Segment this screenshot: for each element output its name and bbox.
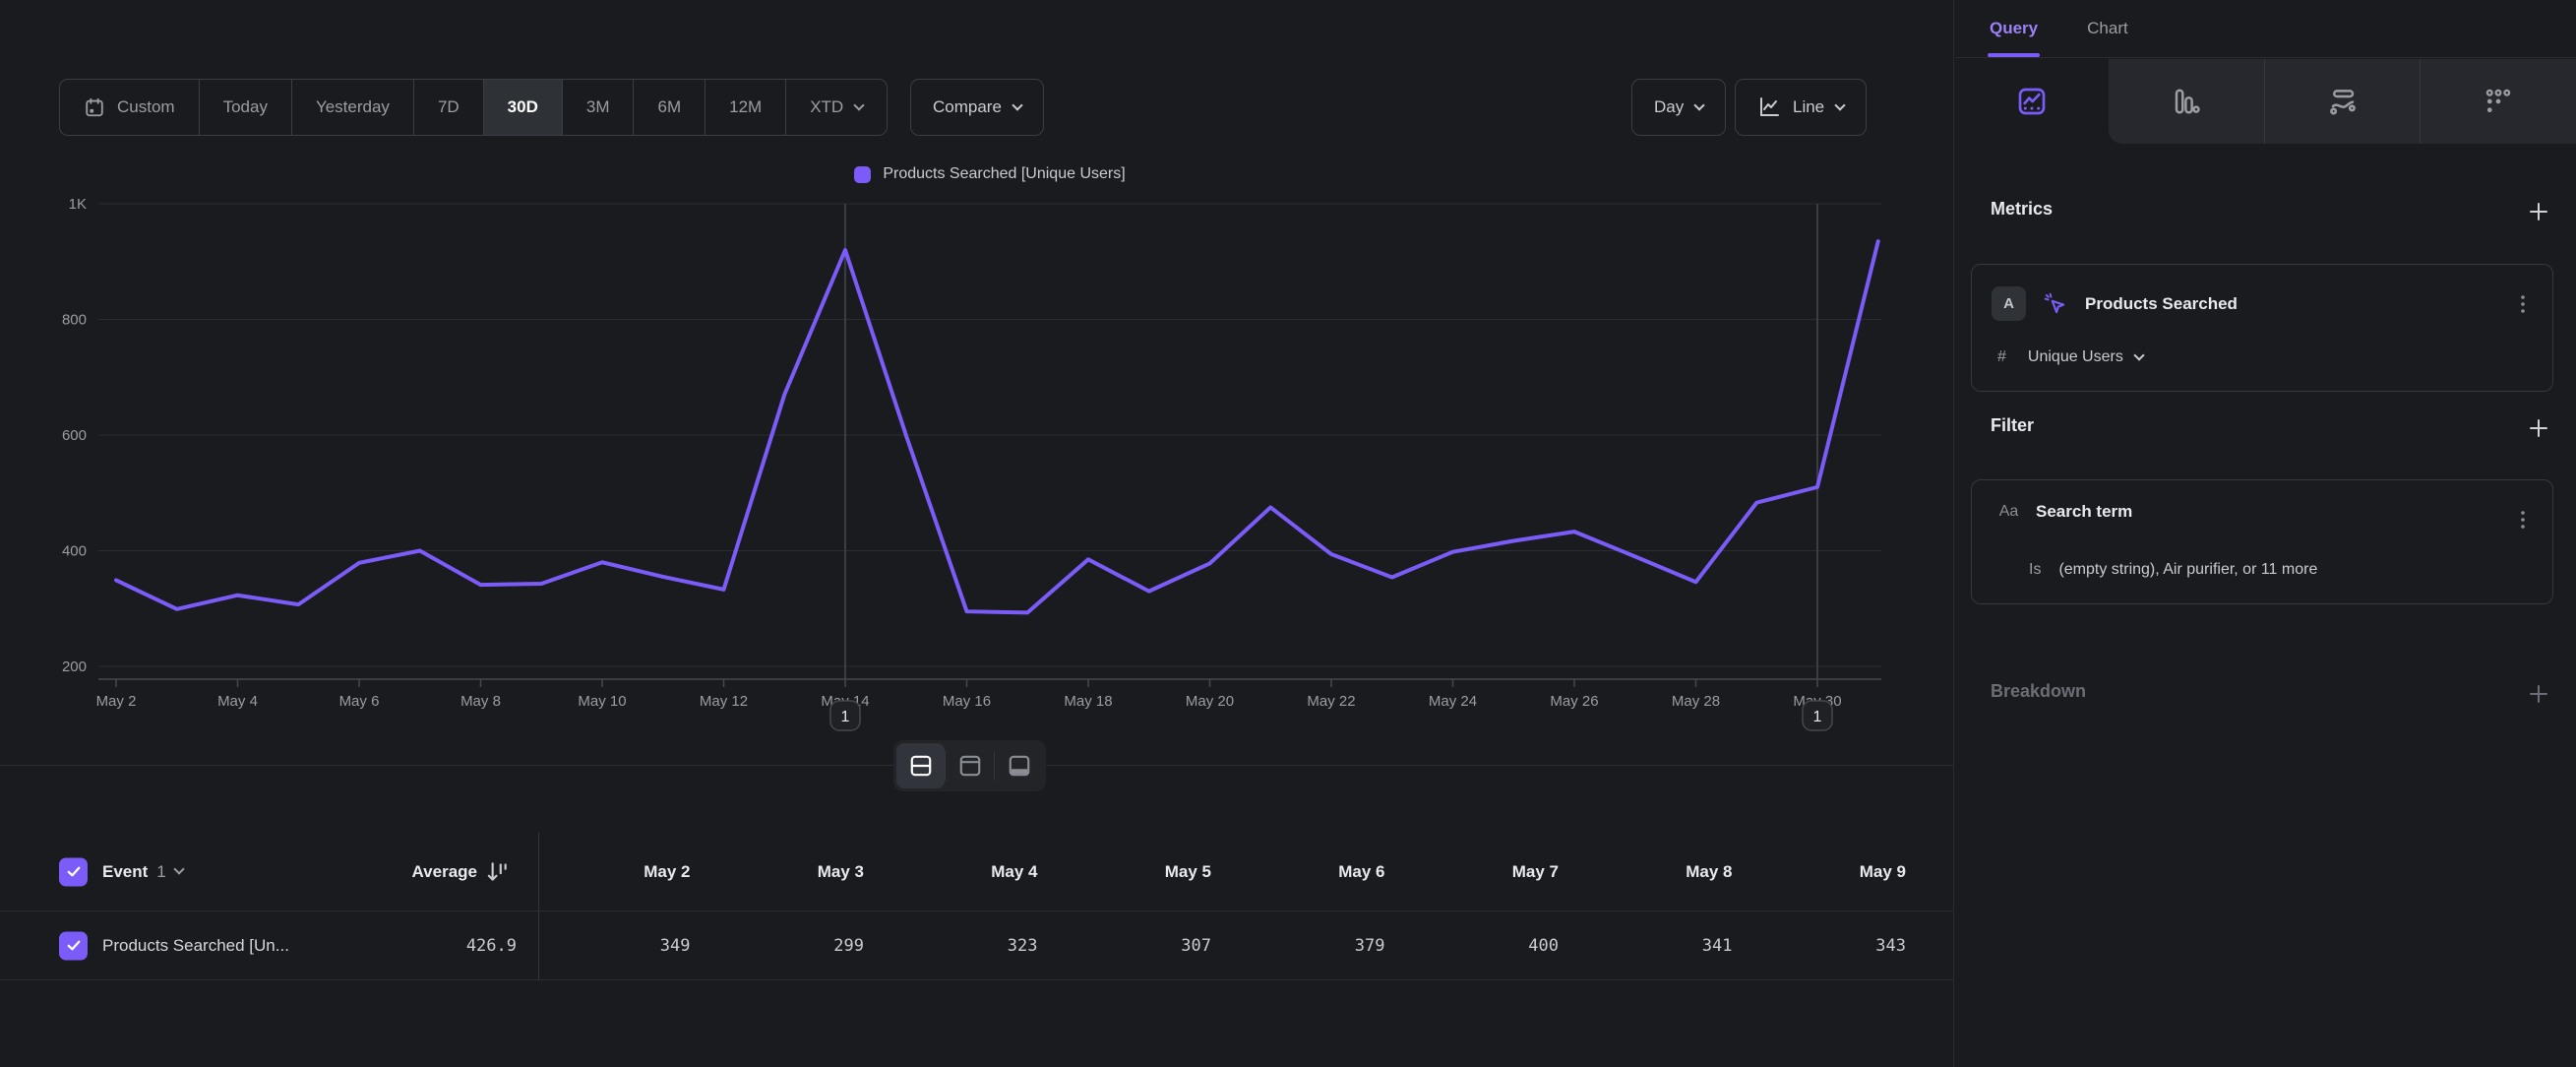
- date-column-header[interactable]: May 2: [538, 833, 712, 910]
- date-column-header[interactable]: May 5: [1060, 833, 1234, 910]
- check-icon: [65, 863, 83, 881]
- tab-chart[interactable]: Chart: [2087, 0, 2128, 57]
- x-axis-label: May 20: [1186, 693, 1234, 710]
- x-axis-label: May 2: [96, 693, 137, 710]
- tab-query[interactable]: Query: [1990, 0, 2038, 57]
- select-all-checkbox[interactable]: [59, 857, 88, 886]
- retention-icon: [2484, 87, 2513, 116]
- sidebar-tabs: Query Chart: [1955, 0, 2576, 58]
- insights-icon: [2016, 86, 2048, 117]
- y-axis-label: 800: [62, 312, 87, 329]
- app: CustomTodayYesterday7D30D3M6M12MXTD Comp…: [0, 0, 2576, 1067]
- date-column-header[interactable]: May 8: [1580, 833, 1754, 910]
- y-axis-label: 600: [62, 427, 87, 444]
- table-header-row: Event 1 Average May 2May 3May 4May 5May …: [0, 833, 1954, 911]
- y-axis-label: 1K: [69, 196, 87, 213]
- add-breakdown-button[interactable]: [2527, 682, 2550, 706]
- y-axis-label: 400: [62, 543, 87, 560]
- annotation-badge-label: 1: [1813, 709, 1822, 725]
- chevron-down-icon: [2133, 349, 2144, 360]
- annotation-badge-label: 1: [841, 709, 850, 725]
- funnels-icon: [2172, 87, 2201, 116]
- filter-value[interactable]: (empty string), Air purifier, or 11 more: [2058, 561, 2317, 579]
- row-event-name: Products Searched [Un...: [102, 936, 289, 956]
- x-axis-label: May 16: [943, 693, 991, 710]
- x-axis-label: May 24: [1429, 693, 1477, 710]
- chevron-down-icon: [173, 863, 184, 874]
- x-axis-label: May 4: [217, 693, 258, 710]
- filter-operator[interactable]: Is: [2029, 561, 2041, 579]
- query-sidebar: Query Chart: [1955, 0, 2576, 1067]
- add-filter-button[interactable]: [2527, 416, 2550, 440]
- x-axis-label: May 6: [339, 693, 380, 710]
- table-cell-value: 299: [712, 911, 887, 979]
- chart-view-icon: [957, 753, 983, 779]
- filter-property: Search term: [2036, 502, 2132, 522]
- series-badge: A: [1992, 286, 2026, 321]
- aggregation-select[interactable]: Unique Users: [2028, 348, 2143, 366]
- property-type-badge: Aa: [1992, 503, 2026, 521]
- table-cell-value: 400: [1407, 911, 1581, 979]
- filter-heading: Filter: [1991, 415, 2034, 436]
- event-cursor-icon: [2043, 291, 2068, 317]
- metric-card[interactable]: A Products Searched # Unique Users: [1971, 264, 2553, 392]
- aggregation-prefix: #: [1997, 348, 2006, 366]
- table-view-button[interactable]: [995, 743, 1043, 788]
- row-values: 349299323307379400341343: [538, 911, 1928, 979]
- report-tab-insights[interactable]: [1955, 59, 2109, 144]
- view-toggle-group: [893, 740, 1046, 791]
- y-axis-label: 200: [62, 659, 87, 675]
- date-column-header[interactable]: May 3: [712, 833, 887, 910]
- table-view-icon: [1007, 753, 1032, 779]
- date-column-header[interactable]: May 7: [1407, 833, 1581, 910]
- x-axis-label: May 12: [700, 693, 748, 710]
- table-cell-value: 379: [1233, 911, 1407, 979]
- date-column-header[interactable]: May 9: [1754, 833, 1929, 910]
- sort-icon[interactable]: [484, 859, 510, 885]
- x-axis-label: May 28: [1672, 693, 1720, 710]
- split-view-button[interactable]: [896, 743, 945, 788]
- table-cell-value: 323: [886, 911, 1060, 979]
- breakdown-heading: Breakdown: [1991, 681, 2086, 702]
- date-column-header[interactable]: May 4: [886, 833, 1060, 910]
- report-tab-strip: [2109, 59, 2576, 144]
- row-checkbox[interactable]: [59, 931, 88, 960]
- filter-card[interactable]: Aa Search term Is (empty string), Air pu…: [1971, 479, 2553, 604]
- table-cell-value: 341: [1580, 911, 1754, 979]
- flows-icon: [2328, 87, 2358, 116]
- report-tab-retention[interactable]: [2420, 59, 2576, 144]
- report-tab-flows[interactable]: [2264, 59, 2421, 144]
- kebab-menu-icon[interactable]: [2511, 290, 2535, 318]
- table-cell-value: 343: [1754, 911, 1929, 979]
- report-tab-funnels[interactable]: [2109, 59, 2264, 144]
- average-header[interactable]: Average: [295, 862, 477, 882]
- series-line[interactable]: [116, 241, 1878, 612]
- kebab-menu-icon[interactable]: [2511, 506, 2535, 534]
- date-column-headers: May 2May 3May 4May 5May 6May 7May 8May 9: [538, 833, 1928, 910]
- table-cell-value: 349: [538, 911, 712, 979]
- x-axis-label: May 22: [1307, 693, 1355, 710]
- date-column-header[interactable]: May 6: [1233, 833, 1407, 910]
- x-axis-label: May 10: [578, 693, 626, 710]
- table-row[interactable]: Products Searched [Un... 426.9 349299323…: [0, 911, 1954, 980]
- metric-name: Products Searched: [2085, 294, 2238, 314]
- row-average-value: 426.9: [325, 936, 517, 956]
- chart-view-button[interactable]: [946, 743, 994, 788]
- add-metric-button[interactable]: [2527, 200, 2550, 223]
- event-count: 1: [156, 862, 165, 882]
- x-axis-label: May 8: [460, 693, 501, 710]
- check-icon: [65, 937, 83, 955]
- metrics-heading: Metrics: [1991, 199, 2053, 220]
- table-cell-value: 307: [1060, 911, 1234, 979]
- split-view-icon: [908, 753, 934, 779]
- x-axis-label: May 26: [1550, 693, 1598, 710]
- line-chart[interactable]: 200 400 600 800 1K May 2 May 4 May 6 May 8 May 10…: [0, 0, 1954, 768]
- x-axis-label: May 18: [1064, 693, 1112, 710]
- main-panel: CustomTodayYesterday7D30D3M6M12MXTD Comp…: [0, 0, 1954, 1067]
- event-header[interactable]: Event 1: [102, 862, 183, 882]
